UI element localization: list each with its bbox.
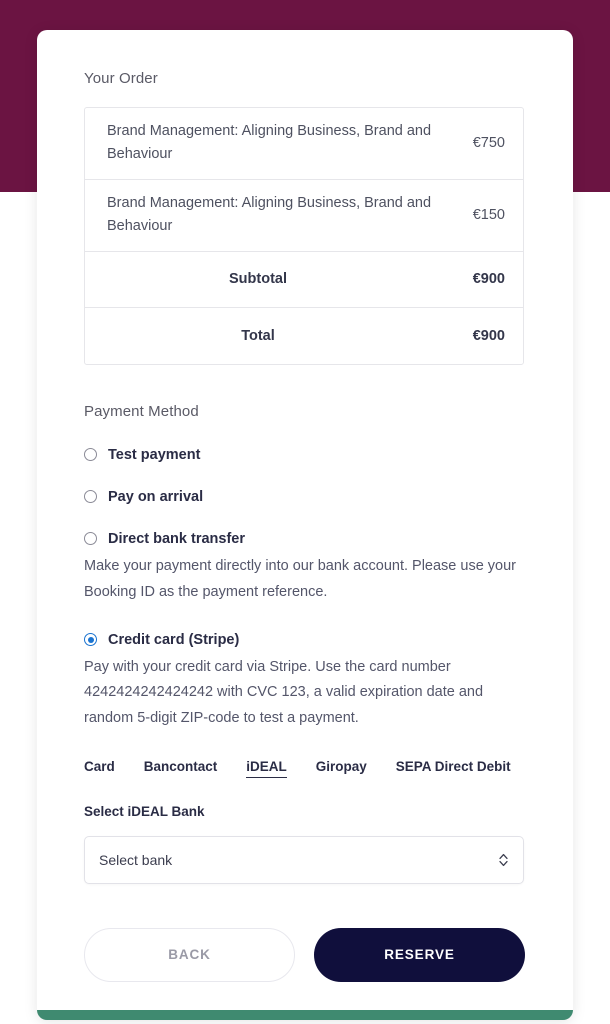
total-value: €900 [472, 327, 505, 344]
payment-option-description: Make your payment directly into our bank… [84, 557, 517, 600]
payment-option-label: Credit card (Stripe) [108, 631, 240, 648]
form-actions: BACK RESERVE [84, 927, 526, 982]
payment-option-pay-on-arrival[interactable]: Pay on arrival [84, 489, 526, 505]
payment-option-test-payment[interactable]: Test payment [84, 447, 526, 463]
payment-option-label: Pay on arrival [108, 488, 204, 505]
order-item-name: Brand Management: Aligning Business, Bra… [107, 194, 432, 235]
reserve-button[interactable]: RESERVE [314, 927, 525, 982]
tab-giropay[interactable]: Giropay [316, 759, 367, 777]
order-heading: Your Order [84, 70, 158, 87]
card-accent-bar [37, 1010, 573, 1020]
bank-select-value: Select bank [99, 851, 173, 868]
bank-select-label: Select iDEAL Bank [84, 803, 205, 819]
subtotal-value: €900 [472, 271, 505, 288]
order-item-name: Brand Management: Aligning Business, Bra… [107, 123, 432, 163]
radio-icon[interactable] [84, 532, 97, 546]
order-summary-table: Brand Management: Aligning Business, Bra… [84, 107, 524, 365]
order-item-price: €750 [472, 135, 505, 152]
table-row: Brand Management: Aligning Business, Bra… [85, 180, 523, 252]
payment-option-label: Test payment [108, 446, 201, 463]
order-item-price: €150 [472, 207, 505, 224]
payment-method-heading: Payment Method [84, 402, 199, 420]
tab-sepa-direct-debit[interactable]: SEPA Direct Debit [396, 759, 511, 777]
payment-option-credit-card-stripe[interactable]: Credit card (Stripe) [84, 632, 526, 648]
checkout-card-content: Your Order Brand Management: Aligning Bu… [37, 30, 573, 982]
radio-icon[interactable] [84, 490, 97, 504]
radio-icon[interactable] [84, 448, 97, 462]
tab-ideal[interactable]: iDEAL [246, 759, 287, 778]
payment-option-description: Pay with your credit card via Stripe. Us… [84, 658, 484, 727]
back-button[interactable]: BACK [84, 927, 295, 982]
total-label: Total [241, 327, 275, 344]
payment-option-label: Direct bank transfer [108, 530, 245, 547]
total-row: Total €900 [85, 308, 523, 364]
tab-card[interactable]: Card [84, 759, 115, 777]
table-row: Brand Management: Aligning Business, Bra… [85, 108, 523, 180]
checkout-card: Your Order Brand Management: Aligning Bu… [37, 30, 573, 1020]
tab-bancontact[interactable]: Bancontact [144, 759, 218, 777]
subtotal-label: Subtotal [229, 271, 287, 288]
subtotal-row: Subtotal €900 [85, 252, 523, 308]
radio-icon-selected[interactable] [84, 633, 97, 647]
bank-select[interactable]: Select bank [84, 835, 524, 884]
chevron-up-down-icon [497, 853, 509, 867]
stripe-payment-tabs: Card Bancontact iDEAL Giropay SEPA Direc… [84, 759, 526, 778]
payment-option-direct-bank-transfer[interactable]: Direct bank transfer [84, 531, 526, 547]
